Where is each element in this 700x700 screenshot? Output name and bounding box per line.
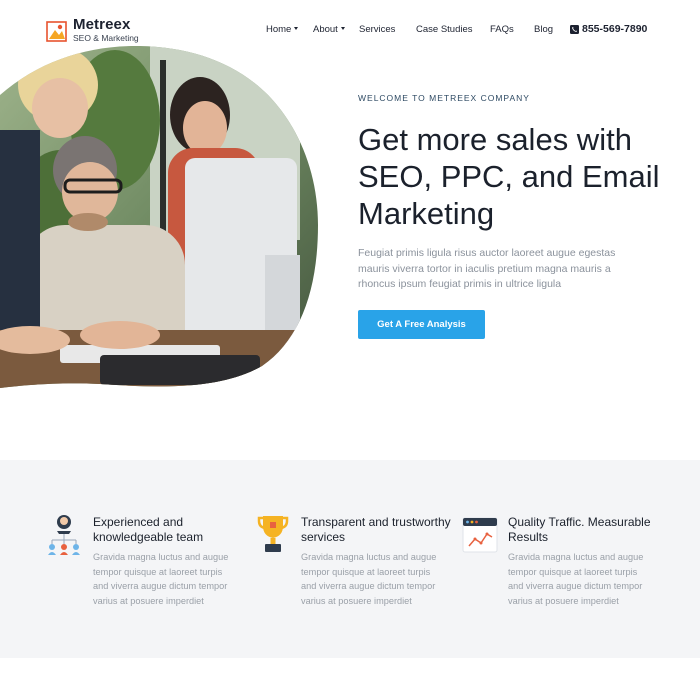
- nav-item-case-studies[interactable]: Case Studies: [416, 24, 473, 36]
- phone-icon: [570, 24, 579, 34]
- feature-description: Gravida magna luctus and augue tempor qu…: [508, 552, 644, 606]
- phone-number: 855-569-7890: [582, 23, 648, 35]
- hero-description: Feugiat primis ligula risus auctor laore…: [358, 247, 616, 290]
- nav-item-label: About: [313, 24, 338, 35]
- trophy-icon: [257, 516, 289, 552]
- phone-link[interactable]: 855-569-7890: [570, 23, 647, 35]
- feature-title: Experienced and knowledgeable team: [93, 515, 204, 544]
- hero-image: [0, 45, 318, 388]
- hero-eyebrow: WELCOME TO METREEX COMPANY: [358, 93, 530, 103]
- team-icon: [48, 515, 80, 555]
- analytics-chart-icon: [462, 517, 498, 553]
- nav-item-blog[interactable]: Blog: [534, 24, 553, 36]
- nav-item-faqs[interactable]: FAQs: [490, 24, 514, 36]
- free-analysis-button[interactable]: Get A Free Analysis: [358, 310, 485, 339]
- nav-item-services[interactable]: Services: [359, 24, 395, 36]
- nav-item-label: Home: [266, 24, 292, 35]
- feature-description: Gravida magna luctus and augue tempor qu…: [301, 552, 437, 606]
- nav-item-about[interactable]: About: [313, 24, 345, 36]
- chevron-down-icon: [294, 26, 299, 30]
- chevron-down-icon: [340, 26, 345, 30]
- hero-title: Get more sales with SEO, PPC, and Email …: [358, 122, 660, 231]
- nav-item-home[interactable]: Home: [266, 24, 299, 36]
- feature-description: Gravida magna luctus and augue tempor qu…: [93, 552, 229, 606]
- feature-title: Quality Traffic. Measurable Results: [508, 515, 651, 544]
- feature-title: Transparent and trustworthy services: [301, 515, 451, 544]
